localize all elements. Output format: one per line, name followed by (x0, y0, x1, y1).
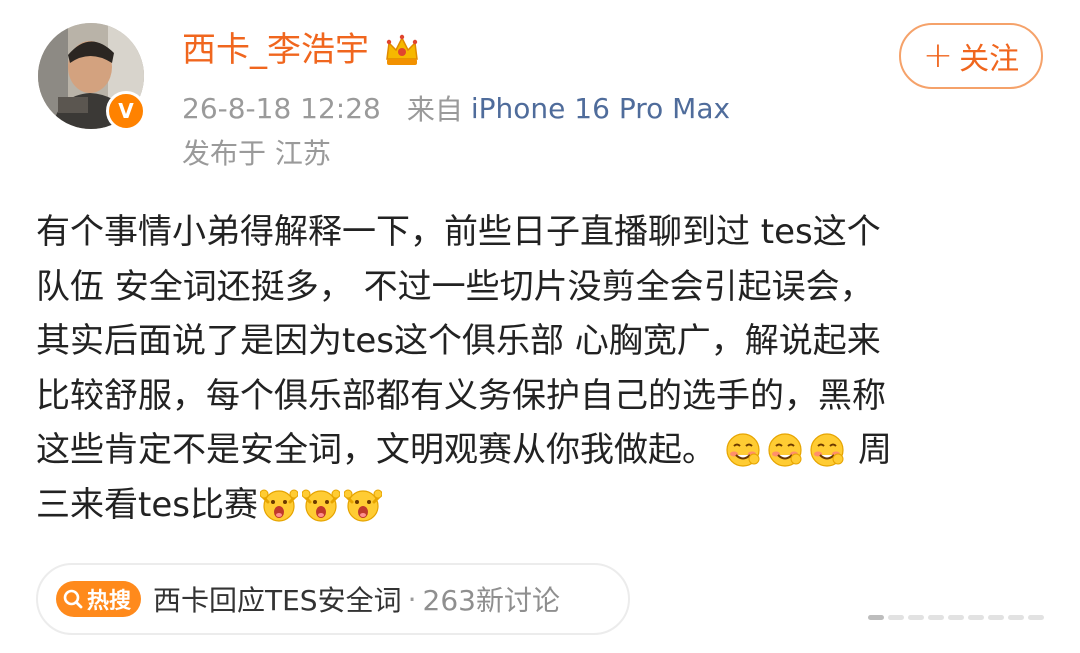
post-meta: 26-8-18 12:28 来自 iPhone 16 Pro Max (182, 86, 730, 130)
page-dot (1028, 614, 1044, 620)
topic-title: 西卡回应TES安全词 (153, 584, 402, 617)
search-icon (63, 589, 83, 609)
avatar[interactable]: V (38, 23, 146, 131)
post-header: V 西卡_李浩宇 26-8-18 12:28 来自 iPhone 16 Pro … (0, 0, 1080, 190)
post-line-5-text: 这些肯定不是安全词，文明观赛从你我做起。 (36, 430, 716, 470)
plus-icon: + (922, 35, 954, 76)
post-line-6: 三来看tes比赛 (36, 478, 1046, 533)
post-line-1: 有个事情小弟得解释一下，前些日子直播聊到过 tes这个 (36, 212, 881, 252)
post-content: 有个事情小弟得解释一下，前些日子直播聊到过 tes这个 队伍 安全词还挺多， 不… (36, 205, 1046, 532)
post-line-2: 队伍 安全词还挺多， 不过一些切片没剪全会引起误会， (36, 266, 874, 307)
username-row: 西卡_李浩宇 (182, 22, 421, 78)
cheering-emoji-icon (343, 486, 383, 524)
page-dot (868, 614, 884, 620)
page-dot (908, 614, 924, 620)
source-label: 来自 (406, 93, 463, 126)
cheering-emoji-icon (259, 486, 299, 524)
post-location: 发布于 江苏 (182, 137, 331, 170)
post-line-6-text: 三来看tes比赛 (36, 484, 258, 525)
topic-discussion-count: 263新讨论 (422, 584, 560, 617)
crown-icon (383, 31, 421, 69)
shy-grin-emoji-icon (808, 431, 846, 469)
verified-badge-icon: V (106, 91, 146, 131)
post-line-3: 其实后面说了是因为tes这个俱乐部 心胸宽广，解说起来 (36, 321, 881, 361)
source-device-link[interactable]: iPhone 16 Pro Max (471, 92, 730, 125)
hot-search-badge-label: 热搜 (87, 589, 132, 614)
page-dot (948, 614, 964, 620)
post-line-5-tail: 周 (858, 430, 892, 470)
page-indicator (868, 612, 1064, 622)
hot-search-topic-link[interactable]: 热搜 西卡回应TES安全词 · 263新讨论 (36, 563, 630, 635)
post-timestamp: 26-8-18 12:28 (182, 91, 381, 125)
post-line-5: 这些肯定不是安全词，文明观赛从你我做起。 周 (36, 423, 1046, 478)
follow-button[interactable]: + 关注 (899, 23, 1043, 89)
page-dot (1008, 614, 1024, 620)
page-dot (968, 614, 984, 620)
hot-search-badge: 热搜 (56, 581, 142, 617)
page-dot (888, 614, 904, 620)
shy-grin-emoji-icon (766, 431, 804, 469)
shy-grin-emoji-icon (724, 431, 762, 469)
page-dot (928, 614, 944, 620)
follow-label: 关注 (959, 42, 1020, 77)
username[interactable]: 西卡_李浩宇 (182, 22, 369, 78)
post-line-4: 比较舒服，每个俱乐部都有义务保护自己的选手的，黑称 (36, 375, 886, 416)
cheering-emoji-icon (301, 486, 341, 524)
page-dot (988, 614, 1004, 620)
topic-separator: · (407, 582, 417, 616)
